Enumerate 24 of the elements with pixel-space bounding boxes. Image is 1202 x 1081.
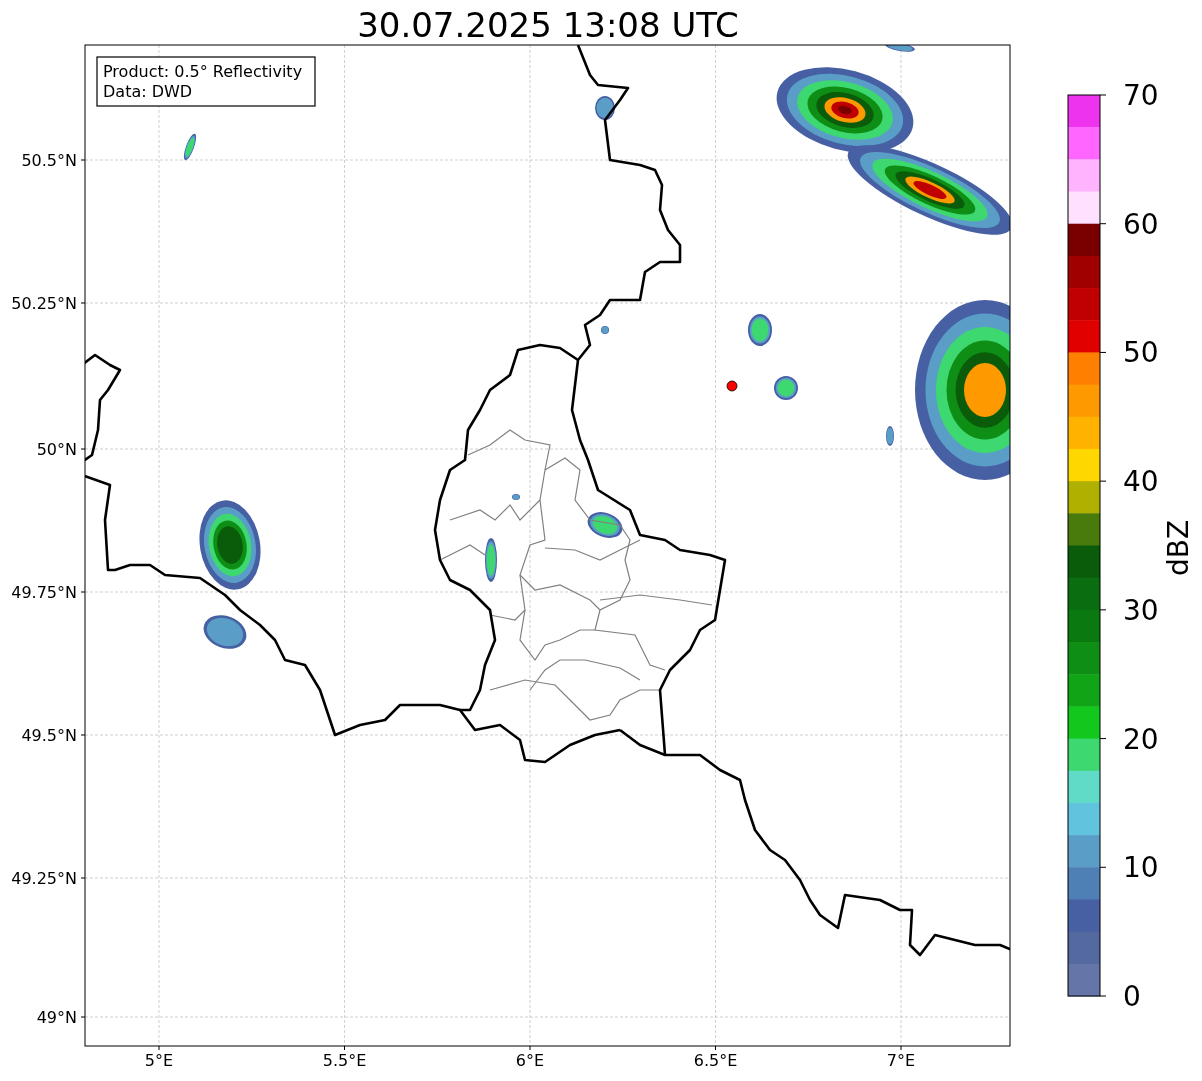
- latitude-label: 50°N: [36, 440, 77, 459]
- colorbar-tick-label: 70: [1123, 79, 1159, 112]
- latitude-label: 49.25°N: [11, 869, 77, 888]
- latitude-label: 49°N: [36, 1008, 77, 1027]
- latitude-label: 50.5°N: [21, 151, 77, 170]
- latitude-label: 50.25°N: [11, 294, 77, 313]
- info-text: Product: 0.5° Reflectivity: [103, 62, 303, 81]
- longitude-label: 6°E: [515, 1051, 545, 1070]
- info-text: Data: DWD: [103, 82, 193, 101]
- colorbar-tick-label: 50: [1123, 336, 1159, 370]
- colorbar-tick-label: 60: [1123, 207, 1159, 241]
- longitude-label: 7°E: [886, 1051, 916, 1070]
- longitude-label: 5.5°E: [322, 1051, 367, 1070]
- colorbar-tick-label: 10: [1123, 851, 1159, 885]
- latitude-label: 49.5°N: [21, 726, 77, 745]
- colorbar-tick-label: 30: [1123, 593, 1159, 627]
- colorbar-tick-label: 0: [1123, 980, 1141, 1013]
- latitude-label: 49.75°N: [11, 583, 77, 602]
- longitude-label: 6.5°E: [693, 1051, 738, 1070]
- colorbar-label: dBZ: [1162, 519, 1195, 577]
- colorbar-tick-label: 40: [1123, 465, 1159, 499]
- chart-title: 30.07.2025 13:08 UTC: [357, 5, 739, 45]
- colorbar-tick-label: 20: [1123, 722, 1159, 756]
- longitude-label: 5°E: [144, 1051, 174, 1070]
